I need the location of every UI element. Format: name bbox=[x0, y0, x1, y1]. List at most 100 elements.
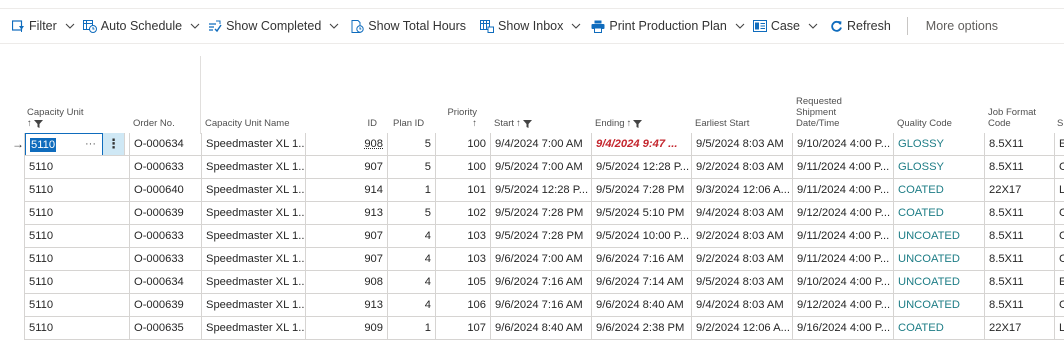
plan-id-cell[interactable]: 4 bbox=[388, 294, 436, 317]
lookup-button[interactable]: ··· bbox=[85, 134, 96, 154]
order-no-cell[interactable]: O-000634 bbox=[130, 271, 202, 294]
priority-cell[interactable]: 100 bbox=[436, 156, 491, 179]
job-format-code-cell[interactable]: 8.5X11 bbox=[985, 294, 1055, 317]
earliest-start-cell[interactable]: 9/4/2024 8:03 AM bbox=[692, 202, 793, 225]
capacity-unit-cell[interactable]: 5110 bbox=[24, 225, 130, 248]
earliest-start-cell[interactable]: 9/2/2024 8:03 AM bbox=[692, 156, 793, 179]
capacity-unit-name-cell[interactable]: Speedmaster XL 1... bbox=[202, 248, 306, 271]
column-header-requested-shipment[interactable]: Requested Shipment Date/Time bbox=[793, 56, 893, 134]
start-cell[interactable]: 9/6/2024 7:16 AM bbox=[491, 271, 592, 294]
order-no-cell[interactable]: O-000635 bbox=[130, 317, 202, 340]
capacity-unit-cell[interactable]: 5110 bbox=[24, 202, 130, 225]
requested-shipment-cell[interactable]: 9/11/2024 4:00 P... bbox=[793, 248, 894, 271]
ending-cell[interactable]: 9/5/2024 12:28 P... bbox=[592, 156, 692, 179]
column-header-capacity-unit-name[interactable]: Capacity Unit Name bbox=[202, 56, 306, 134]
show-total-hours-button[interactable]: Show Total Hours bbox=[343, 9, 470, 43]
plan-id-cell[interactable]: 4 bbox=[388, 248, 436, 271]
capacity-unit-cell[interactable]: 5110 bbox=[24, 294, 130, 317]
table-row[interactable]: 5110 O-000633 Speedmaster XL 1... 907 4 103 9/… bbox=[4, 225, 1064, 248]
plan-id-cell[interactable]: 1 bbox=[388, 179, 436, 202]
job-format-code-cell[interactable]: 22X17 bbox=[985, 179, 1055, 202]
id-cell[interactable]: 913 bbox=[306, 202, 388, 225]
order-no-cell[interactable]: O-000633 bbox=[130, 248, 202, 271]
column-header-order-no[interactable]: Order No. bbox=[130, 56, 200, 134]
capacity-unit-cell[interactable]: 5110 bbox=[24, 317, 130, 340]
quality-code-cell[interactable]: GLOSSY bbox=[894, 156, 985, 179]
auto-schedule-button[interactable]: Auto Schedule bbox=[79, 9, 186, 43]
refresh-button[interactable]: Refresh bbox=[822, 9, 895, 43]
earliest-start-cell[interactable]: 9/2/2024 12:06 A... bbox=[692, 317, 793, 340]
ending-cell[interactable]: 9/6/2024 7:14 AM bbox=[592, 271, 692, 294]
show-inbox-button[interactable]: Show Inbox bbox=[470, 9, 567, 43]
next-column-cell[interactable]: C bbox=[1055, 202, 1064, 225]
requested-shipment-cell[interactable]: 9/12/2024 4:00 P... bbox=[793, 294, 894, 317]
column-header-priority[interactable]: Priority ↑ bbox=[436, 56, 480, 134]
table-row[interactable]: → 5110 ··· ⋮ O-000634 Speedmaster XL 1... 908 5… bbox=[4, 133, 1064, 156]
requested-shipment-cell[interactable]: 9/11/2024 4:00 P... bbox=[793, 156, 894, 179]
order-no-cell[interactable]: O-000633 bbox=[130, 225, 202, 248]
column-header-capacity-unit[interactable]: Capacity Unit ↑ bbox=[24, 56, 104, 134]
start-cell[interactable]: 9/6/2024 7:16 AM bbox=[491, 294, 592, 317]
next-column-cell[interactable]: L bbox=[1055, 179, 1064, 202]
next-column-cell[interactable]: C bbox=[1055, 225, 1064, 248]
capacity-unit-cell[interactable]: 5110 bbox=[24, 271, 130, 294]
capacity-unit-cell[interactable]: 5110 bbox=[24, 156, 130, 179]
order-no-cell[interactable]: O-000639 bbox=[130, 294, 202, 317]
show-completed-button[interactable]: Show Completed bbox=[204, 9, 325, 43]
capacity-unit-cell[interactable]: 5110 ··· ⋮ bbox=[24, 133, 130, 156]
table-row[interactable]: 5110 O-000635 Speedmaster XL 1... 909 1 107 9/… bbox=[4, 317, 1064, 340]
quality-code-cell[interactable]: UNCOATED bbox=[894, 294, 985, 317]
capacity-unit-cell[interactable]: 5110 bbox=[24, 179, 130, 202]
column-header-plan-id[interactable]: Plan ID bbox=[390, 56, 436, 134]
requested-shipment-cell[interactable]: 9/10/2024 4:00 P... bbox=[793, 271, 894, 294]
table-row[interactable]: 5110 O-000640 Speedmaster XL 1... 914 1 101 9/… bbox=[4, 179, 1064, 202]
capacity-unit-input[interactable]: 5110 ··· bbox=[25, 133, 103, 155]
quality-code-cell[interactable]: UNCOATED bbox=[894, 225, 985, 248]
quality-code-cell[interactable]: COATED bbox=[894, 202, 985, 225]
capacity-unit-name-cell[interactable]: Speedmaster XL 1... bbox=[202, 202, 306, 225]
earliest-start-cell[interactable]: 9/5/2024 8:03 AM bbox=[692, 133, 793, 156]
priority-cell[interactable]: 106 bbox=[436, 294, 491, 317]
auto-schedule-dropdown[interactable] bbox=[186, 9, 204, 43]
job-format-code-cell[interactable]: 8.5X11 bbox=[985, 202, 1055, 225]
id-cell[interactable]: 908 bbox=[306, 133, 388, 156]
next-column-cell[interactable]: C bbox=[1055, 294, 1064, 317]
requested-shipment-cell[interactable]: 9/11/2024 4:00 P... bbox=[793, 179, 894, 202]
column-header-quality-code[interactable]: Quality Code bbox=[894, 56, 984, 134]
id-cell[interactable]: 914 bbox=[306, 179, 388, 202]
start-cell[interactable]: 9/6/2024 8:40 AM bbox=[491, 317, 592, 340]
capacity-unit-name-cell[interactable]: Speedmaster XL 1... bbox=[202, 179, 306, 202]
ending-cell[interactable]: 9/6/2024 8:40 AM bbox=[592, 294, 692, 317]
plan-id-cell[interactable]: 5 bbox=[388, 202, 436, 225]
priority-cell[interactable]: 101 bbox=[436, 179, 491, 202]
column-header-ending[interactable]: Ending ↑ bbox=[592, 56, 692, 134]
column-header-earliest-start[interactable]: Earliest Start bbox=[692, 56, 792, 134]
print-dropdown[interactable] bbox=[731, 9, 749, 43]
start-cell[interactable]: 9/6/2024 7:00 AM bbox=[491, 248, 592, 271]
next-column-cell[interactable]: E bbox=[1055, 271, 1064, 294]
quality-code-cell[interactable]: COATED bbox=[894, 317, 985, 340]
next-column-cell[interactable]: L bbox=[1055, 317, 1064, 340]
job-format-code-cell[interactable]: 8.5X11 bbox=[985, 248, 1055, 271]
plan-id-cell[interactable]: 1 bbox=[388, 317, 436, 340]
job-format-code-cell[interactable]: 8.5X11 bbox=[985, 225, 1055, 248]
case-dropdown[interactable] bbox=[804, 9, 822, 43]
plan-id-cell[interactable]: 5 bbox=[388, 156, 436, 179]
more-options-button[interactable]: More options bbox=[922, 9, 1002, 43]
requested-shipment-cell[interactable]: 9/12/2024 4:00 P... bbox=[793, 202, 894, 225]
ending-cell[interactable]: 9/6/2024 2:38 PM bbox=[592, 317, 692, 340]
capacity-unit-cell[interactable]: 5110 bbox=[24, 248, 130, 271]
show-inbox-dropdown[interactable] bbox=[567, 9, 585, 43]
order-no-cell[interactable]: O-000634 bbox=[130, 133, 202, 156]
job-format-code-cell[interactable]: 8.5X11 bbox=[985, 156, 1055, 179]
order-no-cell[interactable]: O-000639 bbox=[130, 202, 202, 225]
priority-cell[interactable]: 107 bbox=[436, 317, 491, 340]
quality-code-cell[interactable]: UNCOATED bbox=[894, 271, 985, 294]
capacity-unit-name-cell[interactable]: Speedmaster XL 1... bbox=[202, 294, 306, 317]
order-no-cell[interactable]: O-000633 bbox=[130, 156, 202, 179]
plan-id-cell[interactable]: 4 bbox=[388, 271, 436, 294]
filter-dropdown[interactable] bbox=[61, 9, 79, 43]
table-row[interactable]: 5110 O-000639 Speedmaster XL 1... 913 4 106 9/… bbox=[4, 294, 1064, 317]
job-format-code-cell[interactable]: 8.5X11 bbox=[985, 271, 1055, 294]
print-production-plan-button[interactable]: Print Production Plan bbox=[585, 9, 730, 43]
